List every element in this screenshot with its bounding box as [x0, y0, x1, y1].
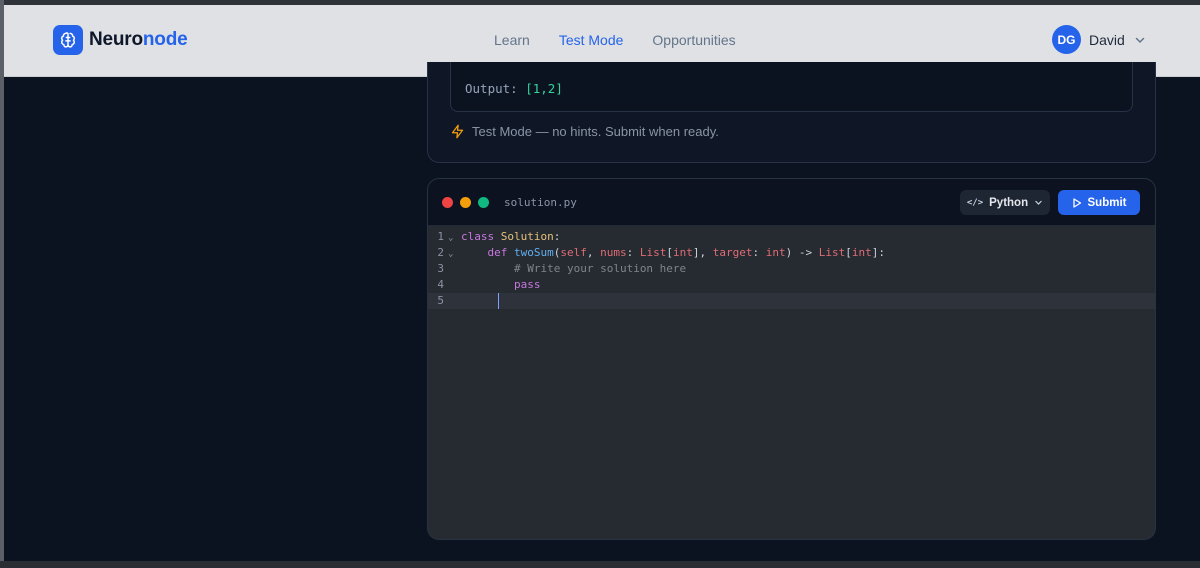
- text-cursor: [498, 293, 499, 309]
- lightning-icon: [451, 124, 464, 139]
- avatar[interactable]: DG: [1052, 25, 1081, 54]
- editor-filename: solution.py: [504, 196, 577, 209]
- code-text: # Write your solution here: [513, 262, 687, 275]
- submit-button[interactable]: Submit: [1058, 190, 1140, 215]
- code-text: def twoSum(self, nums: List[int], target…: [487, 246, 886, 259]
- nav-link-learn[interactable]: Learn: [494, 32, 530, 48]
- user-name: David: [1089, 31, 1125, 48]
- line-number: 5: [437, 294, 444, 307]
- language-select[interactable]: </> Python: [960, 190, 1050, 215]
- window-bottom-edge: [0, 561, 1200, 568]
- example-output: Output: [1,2]: [465, 81, 563, 96]
- window-left-edge: [0, 0, 4, 568]
- editor-toolbar: solution.py </> Python Submit: [428, 179, 1155, 226]
- code-line[interactable]: 2 ⌄ def twoSum(self, nums: List[int], ta…: [428, 245, 1155, 261]
- line-number: 1: [437, 230, 444, 243]
- fold-chevron-icon[interactable]: ⌄: [448, 246, 453, 262]
- window-dot-green: [478, 197, 489, 208]
- code-line[interactable]: 4 pass: [428, 277, 1155, 293]
- chevron-down-icon: [1035, 200, 1042, 205]
- chevron-down-icon: [1135, 37, 1145, 43]
- submit-label: Submit: [1087, 196, 1127, 209]
- code-line[interactable]: 1 ⌄ class Solution:: [428, 229, 1155, 245]
- line-number: 3: [437, 262, 444, 275]
- code-line-current[interactable]: 5: [428, 293, 1155, 309]
- nav-link-opportunities[interactable]: Opportunities: [652, 32, 735, 48]
- language-label: Python: [989, 196, 1029, 209]
- code-icon: </>: [966, 197, 984, 208]
- brand-name: Neuronode: [89, 29, 188, 50]
- line-number: 4: [437, 278, 444, 291]
- brain-icon: [53, 25, 83, 55]
- window-dot-yellow: [460, 197, 471, 208]
- line-number: 2: [437, 246, 444, 259]
- brand-logo[interactable]: Neuronode: [53, 25, 188, 55]
- test-mode-note: Test Mode — no hints. Submit when ready.: [450, 124, 719, 139]
- user-menu[interactable]: DG David: [1052, 25, 1146, 54]
- code-area[interactable]: 1 ⌄ class Solution: 2 ⌄ def twoSum(self,…: [428, 226, 1155, 539]
- play-icon: [1072, 197, 1081, 208]
- main-nav: Learn Test Mode Opportunities: [494, 32, 765, 48]
- window-dot-red: [442, 197, 453, 208]
- code-line[interactable]: 3 # Write your solution here: [428, 261, 1155, 277]
- fold-chevron-icon[interactable]: ⌄: [448, 230, 453, 246]
- code-text: pass: [513, 278, 541, 291]
- nav-link-test-mode[interactable]: Test Mode: [559, 32, 624, 48]
- code-text: class Solution:: [461, 230, 561, 243]
- test-mode-text: Test Mode — no hints. Submit when ready.: [472, 124, 719, 139]
- code-editor: solution.py </> Python Submit 1 ⌄ class …: [427, 178, 1156, 540]
